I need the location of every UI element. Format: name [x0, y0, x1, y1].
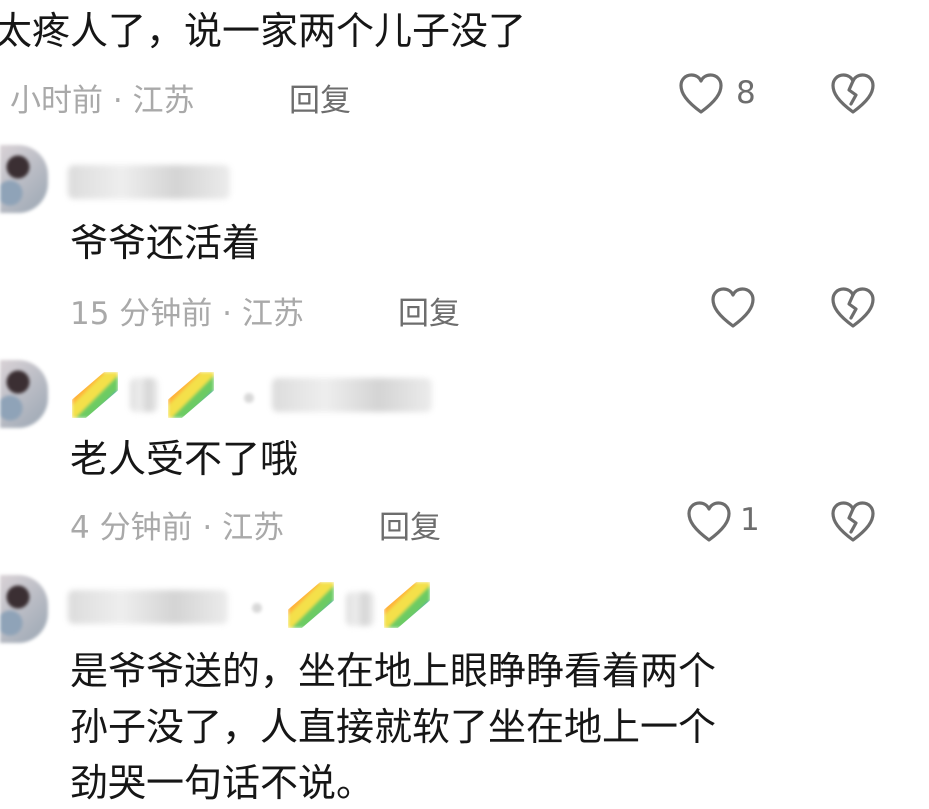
- like-button[interactable]: [686, 500, 732, 544]
- separator-dot: [252, 603, 262, 613]
- heart-outline-icon: [679, 73, 723, 114]
- like-button[interactable]: [678, 72, 724, 116]
- broken-heart-icon: [831, 287, 875, 328]
- username-blurred[interactable]: [346, 592, 374, 626]
- comment-text-line: 是爷爷送的，坐在地上眼睁睁看着两个: [70, 649, 717, 693]
- avatar[interactable]: [0, 360, 48, 428]
- like-count: 1: [740, 502, 760, 538]
- avatar[interactable]: [0, 575, 48, 643]
- avatar[interactable]: [0, 145, 48, 213]
- like-button[interactable]: [710, 286, 756, 330]
- comment-text: 太疼人了，说一家两个儿子没了: [0, 9, 527, 53]
- reply-button[interactable]: 回复: [398, 288, 460, 333]
- rainbow-badge-icon: [288, 582, 334, 628]
- separator-dot: [244, 393, 254, 403]
- comment-text: 爷爷还活着: [70, 221, 261, 265]
- comment-text: 老人受不了哦: [70, 437, 299, 481]
- dislike-button[interactable]: [830, 286, 876, 330]
- rainbow-badge-icon: [72, 372, 118, 418]
- rainbow-badge-icon: [168, 372, 214, 418]
- reply-button[interactable]: 回复: [289, 75, 351, 120]
- comment-meta: 15 分钟前 · 江苏: [70, 296, 304, 332]
- dislike-button[interactable]: [830, 72, 876, 116]
- username-blurred[interactable]: [130, 378, 158, 412]
- dislike-button[interactable]: [830, 500, 876, 544]
- comment-meta: 小时前 · 江苏: [10, 83, 195, 119]
- reply-button[interactable]: 回复: [379, 502, 441, 547]
- heart-outline-icon: [687, 501, 731, 542]
- username-blurred[interactable]: [68, 590, 228, 624]
- comment-meta: 4 分钟前 · 江苏: [70, 510, 285, 546]
- username-blurred[interactable]: [68, 165, 230, 199]
- heart-outline-icon: [711, 287, 755, 328]
- broken-heart-icon: [831, 501, 875, 542]
- rainbow-badge-icon: [384, 582, 430, 628]
- like-count: 8: [736, 75, 756, 111]
- comment-text-line: 劲哭一句话不说。: [70, 761, 375, 805]
- username-blurred[interactable]: [272, 378, 432, 412]
- broken-heart-icon: [831, 73, 875, 114]
- comment-text-line: 孙子没了，人直接就软了坐在地上一个: [70, 705, 717, 749]
